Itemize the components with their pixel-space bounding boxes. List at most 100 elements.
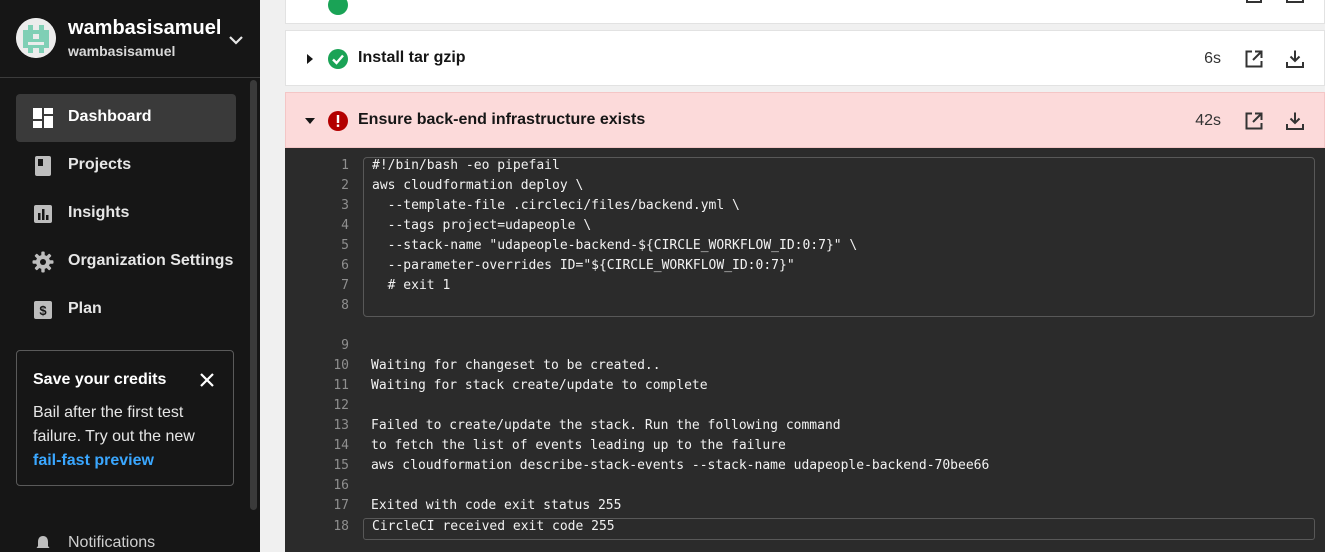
open-external-icon[interactable] [1244, 111, 1264, 131]
line-text: Waiting for changeset to be created.. [371, 358, 661, 373]
step-row-ensure-backend-infrastructure[interactable]: Ensure back-end infrastructure exists 42… [285, 92, 1325, 148]
terminal-line: 16 [285, 478, 1325, 498]
line-number: 9 [341, 338, 349, 353]
sidebar-item-label: Projects [68, 156, 132, 173]
step-duration: 6s [1204, 50, 1221, 67]
terminal-line: 14 to fetch the list of events leading up… [285, 438, 1325, 458]
line-text: Failed to create/update the stack. Run t… [371, 418, 841, 433]
line-number: 13 [333, 418, 349, 433]
line-text: Exited with code exit status 255 [371, 498, 622, 513]
save-credits-card: Save your credits Bail after the first t… [16, 350, 234, 486]
terminal-line: 18 CircleCI received exit code 255 [285, 519, 1325, 539]
line-text: #!/bin/bash -eo pipefail [372, 158, 560, 173]
dashboard-icon [33, 108, 53, 128]
save-credits-body: Bail after the first test failure. Try o… [33, 401, 213, 473]
error-icon [328, 111, 348, 131]
line-number: 5 [341, 238, 349, 253]
gear-icon [32, 251, 54, 273]
save-credits-text: Bail after the first test failure. Try o… [33, 404, 195, 445]
org-handle: wambasisamuel [68, 43, 176, 59]
line-text: --tags project=udapeople \ [372, 218, 592, 233]
line-text: --parameter-overrides ID="${CIRCLE_WORKF… [372, 258, 795, 273]
terminal-line: 10 Waiting for changeset to be created.. [285, 358, 1325, 378]
terminal-line: 6 --parameter-overrides ID="${CIRCLE_WOR… [285, 258, 1325, 278]
chevron-down-icon[interactable] [226, 30, 246, 50]
line-text: CircleCI received exit code 255 [372, 519, 615, 534]
step-row-previous[interactable] [285, 0, 1325, 24]
terminal-line: 17 Exited with code exit status 255 [285, 498, 1325, 518]
terminal-line: 5 --stack-name "udapeople-backend-${CIRC… [285, 238, 1325, 258]
step-title: Ensure back-end infrastructure exists [358, 111, 646, 128]
open-external-icon[interactable] [1244, 0, 1264, 5]
expand-arrow-icon[interactable] [304, 53, 316, 65]
line-number: 16 [333, 478, 349, 493]
step-row-install-tar-gzip[interactable]: Install tar gzip 6s [285, 30, 1325, 86]
fail-fast-preview-link[interactable]: fail-fast preview [33, 452, 154, 469]
line-text: to fetch the list of events leading up t… [371, 438, 786, 453]
terminal-line: 8 [285, 298, 1325, 318]
step-title: Install tar gzip [358, 49, 466, 66]
line-text: aws cloudformation deploy \ [372, 178, 584, 193]
terminal-line: 15 aws cloudformation describe-stack-even… [285, 458, 1325, 478]
sidebar-scrollbar[interactable] [250, 80, 257, 510]
terminal-line: 12 [285, 398, 1325, 418]
sidebar-item-notifications[interactable]: Notifications [34, 532, 234, 552]
terminal-line: 9 [285, 338, 1325, 358]
terminal-line: 3 --template-file .circleci/files/backen… [285, 198, 1325, 218]
success-check-icon [328, 0, 348, 15]
line-number: 14 [333, 438, 349, 453]
download-icon[interactable] [1285, 49, 1305, 69]
terminal-line: 4 --tags project=udapeople \ [285, 218, 1325, 238]
svg-text:$: $ [39, 303, 47, 318]
line-text: Waiting for stack create/update to compl… [371, 378, 708, 393]
line-text: --stack-name "udapeople-backend-${CIRCLE… [372, 238, 858, 253]
line-number: 6 [341, 258, 349, 273]
line-number: 12 [333, 398, 349, 413]
sidebar-item-dashboard[interactable]: Dashboard [16, 94, 236, 142]
dollar-icon: $ [34, 301, 52, 319]
line-number: 2 [341, 178, 349, 193]
line-number: 15 [333, 458, 349, 473]
sidebar-item-insights[interactable]: Insights [16, 190, 236, 238]
line-number: 8 [341, 298, 349, 313]
terminal-line: 2 aws cloudformation deploy \ [285, 178, 1325, 198]
sidebar-item-label: Insights [68, 204, 130, 221]
projects-icon [35, 156, 51, 176]
line-number: 3 [341, 198, 349, 213]
line-number: 18 [333, 519, 349, 534]
sidebar-item-label: Organization Settings [68, 252, 234, 269]
line-number: 4 [341, 218, 349, 233]
close-icon[interactable] [198, 371, 216, 389]
open-external-icon[interactable] [1244, 49, 1264, 69]
job-steps-panel: Install tar gzip 6s Ensure back-end infr… [260, 0, 1325, 552]
sidebar-item-plan[interactable]: $ Plan [16, 286, 236, 334]
terminal-line: 13 Failed to create/update the stack. Run… [285, 418, 1325, 438]
bell-icon [36, 536, 50, 548]
sidebar-item-projects[interactable]: Projects [16, 142, 236, 190]
download-icon[interactable] [1285, 0, 1305, 5]
line-number: 17 [333, 498, 349, 513]
sidebar: wambasisamuel wambasisamuel Dashboard Pr… [0, 0, 260, 552]
sidebar-item-label: Dashboard [68, 108, 152, 125]
line-number: 1 [341, 158, 349, 173]
line-text: # exit 1 [372, 278, 451, 293]
sidebar-item-organization-settings[interactable]: Organization Settings [16, 238, 236, 286]
terminal-line: 11 Waiting for stack create/update to com… [285, 378, 1325, 398]
org-avatar [16, 18, 56, 58]
insights-icon [34, 205, 52, 223]
step-output-terminal[interactable]: 1 #!/bin/bash -eo pipefail 2 aws cloudform… [285, 148, 1325, 552]
sidebar-item-label: Notifications [68, 534, 156, 551]
line-text: aws cloudformation describe-stack-events… [371, 458, 990, 473]
line-number: 11 [333, 378, 349, 393]
terminal-line: 7 # exit 1 [285, 278, 1325, 298]
step-duration: 42s [1195, 112, 1221, 129]
success-check-icon [328, 49, 348, 69]
save-credits-title: Save your credits [33, 371, 167, 388]
org-switcher[interactable]: wambasisamuel wambasisamuel [0, 0, 260, 78]
download-icon[interactable] [1285, 111, 1305, 131]
line-text: --template-file .circleci/files/backend.… [372, 198, 740, 213]
terminal-line: 1 #!/bin/bash -eo pipefail [285, 158, 1325, 178]
sidebar-item-label: Plan [68, 300, 102, 317]
org-name: wambasisamuel [68, 17, 222, 39]
collapse-arrow-icon[interactable] [304, 115, 316, 127]
